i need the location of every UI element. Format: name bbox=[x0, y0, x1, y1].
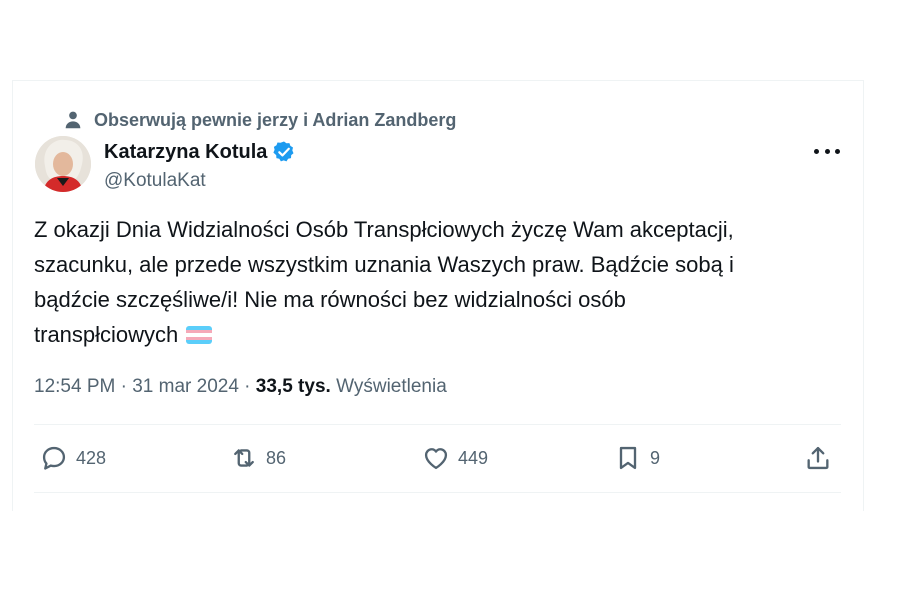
tweet-line: szacunku, ale przede wszystkim uznania W… bbox=[34, 252, 734, 277]
tweet-date[interactable]: 31 mar 2024 bbox=[132, 376, 239, 397]
retweet-button[interactable]: 86 bbox=[230, 444, 286, 472]
like-button[interactable]: 449 bbox=[422, 444, 488, 472]
action-bar: 428 86 449 9 bbox=[34, 440, 841, 480]
social-context[interactable]: Obserwują pewnie jerzy i Adrian Zandberg bbox=[65, 109, 457, 131]
retweet-icon bbox=[234, 449, 254, 467]
meta-separator: · bbox=[115, 376, 133, 397]
tweet-line: Z okazji Dnia Widzialności Osób Transpłc… bbox=[34, 217, 734, 242]
like-count: 449 bbox=[458, 447, 489, 468]
transgender-flag-emoji-icon bbox=[186, 326, 213, 344]
heart-icon bbox=[424, 448, 448, 470]
bookmark-button[interactable]: 9 bbox=[614, 444, 660, 472]
divider-bottom bbox=[34, 492, 841, 493]
reply-icon bbox=[42, 446, 66, 470]
reply-count: 428 bbox=[76, 447, 107, 468]
tweet-text: Z okazji Dnia Widzialności Osób Transpłc… bbox=[34, 212, 834, 352]
meta-separator: · bbox=[238, 376, 256, 397]
author-name[interactable]: Katarzyna Kotula bbox=[104, 141, 267, 164]
share-button[interactable] bbox=[804, 444, 832, 472]
reply-button[interactable]: 428 bbox=[40, 444, 106, 472]
views-count: 33,5 tys. bbox=[255, 376, 331, 397]
social-context-text: Obserwują pewnie jerzy i Adrian Zandberg bbox=[94, 109, 457, 130]
author-handle[interactable]: @KotulaKat bbox=[104, 170, 206, 192]
tweet-meta: 12:54 PM · 31 mar 2024 · 33,5 tys. Wyświ… bbox=[34, 376, 447, 398]
verified-badge-icon bbox=[273, 141, 294, 162]
avatar-image bbox=[35, 136, 91, 192]
person-icon bbox=[65, 111, 81, 129]
tweet-line: bądźcie szczęśliwe/i! Nie ma równości be… bbox=[34, 287, 626, 312]
tweet-line: transpłciowych bbox=[34, 322, 179, 347]
bookmark-count: 9 bbox=[650, 447, 661, 468]
avatar[interactable] bbox=[35, 136, 91, 192]
author-row[interactable]: Katarzyna Kotula bbox=[104, 140, 296, 164]
views-label: Wyświetlenia bbox=[336, 376, 447, 397]
share-icon bbox=[807, 446, 829, 470]
divider-top bbox=[34, 424, 841, 425]
tweet-time[interactable]: 12:54 PM bbox=[34, 376, 115, 397]
bookmark-icon bbox=[619, 446, 637, 470]
retweet-count: 86 bbox=[266, 447, 287, 468]
tweet-line-last: transpłciowych bbox=[34, 317, 834, 352]
more-options-icon[interactable] bbox=[814, 140, 840, 162]
